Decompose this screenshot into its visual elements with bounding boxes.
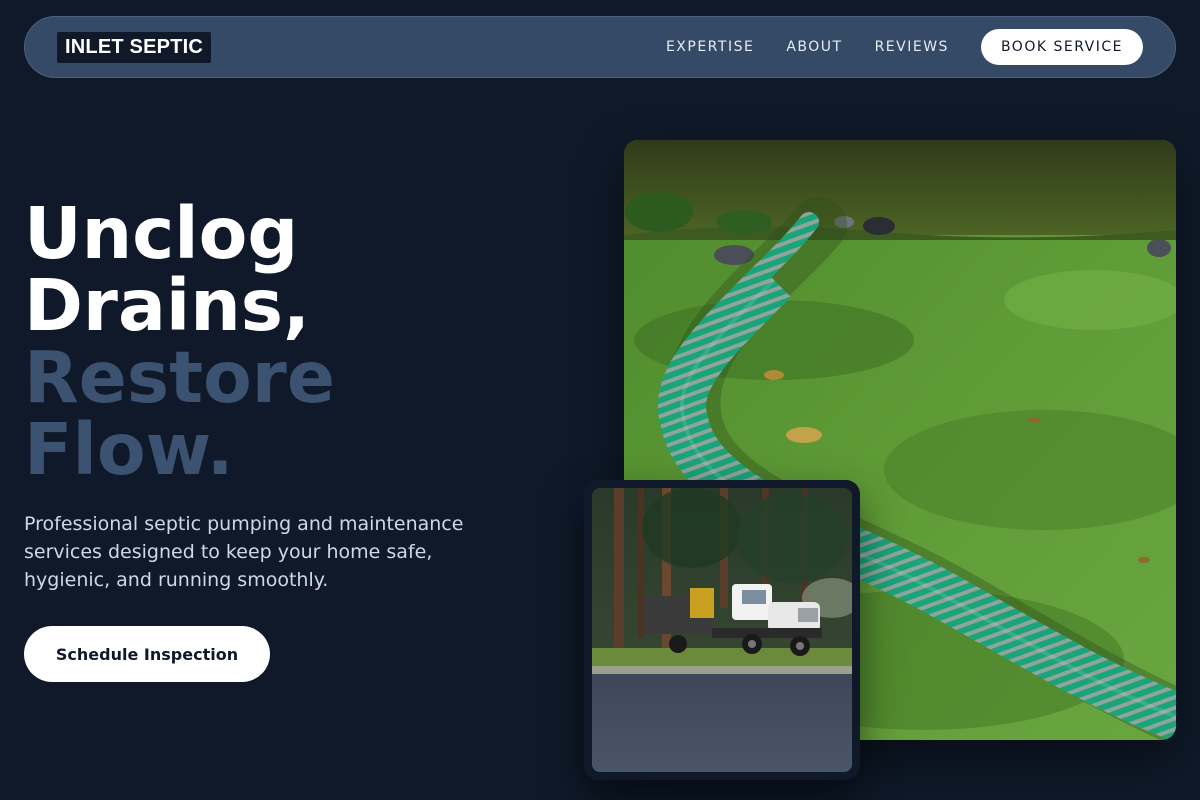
headline-line-3: Restore [24, 336, 335, 419]
hero-headline: Unclog Drains, Restore Flow. [24, 198, 335, 486]
hero-subtext: Professional septic pumping and maintena… [24, 513, 464, 591]
nav-link-reviews[interactable]: REVIEWS [875, 39, 949, 55]
secondary-photo-card [584, 480, 860, 780]
septic-truck-photo [592, 488, 852, 772]
top-nav: INLET SEPTIC EXPERTISE ABOUT REVIEWS BOO… [24, 16, 1176, 78]
headline-line-4: Flow. [24, 408, 234, 491]
nav-link-expertise[interactable]: EXPERTISE [666, 39, 754, 55]
headline-line-1: Unclog [24, 192, 299, 275]
nav-link-about[interactable]: ABOUT [786, 39, 842, 55]
nav-links: EXPERTISE ABOUT REVIEWS BOOK SERVICE [634, 29, 1143, 65]
headline-line-2: Drains, [24, 264, 310, 347]
brand-logo[interactable]: INLET SEPTIC [57, 31, 211, 63]
schedule-inspection-button[interactable]: Schedule Inspection [24, 626, 270, 682]
book-service-button[interactable]: BOOK SERVICE [980, 29, 1143, 65]
